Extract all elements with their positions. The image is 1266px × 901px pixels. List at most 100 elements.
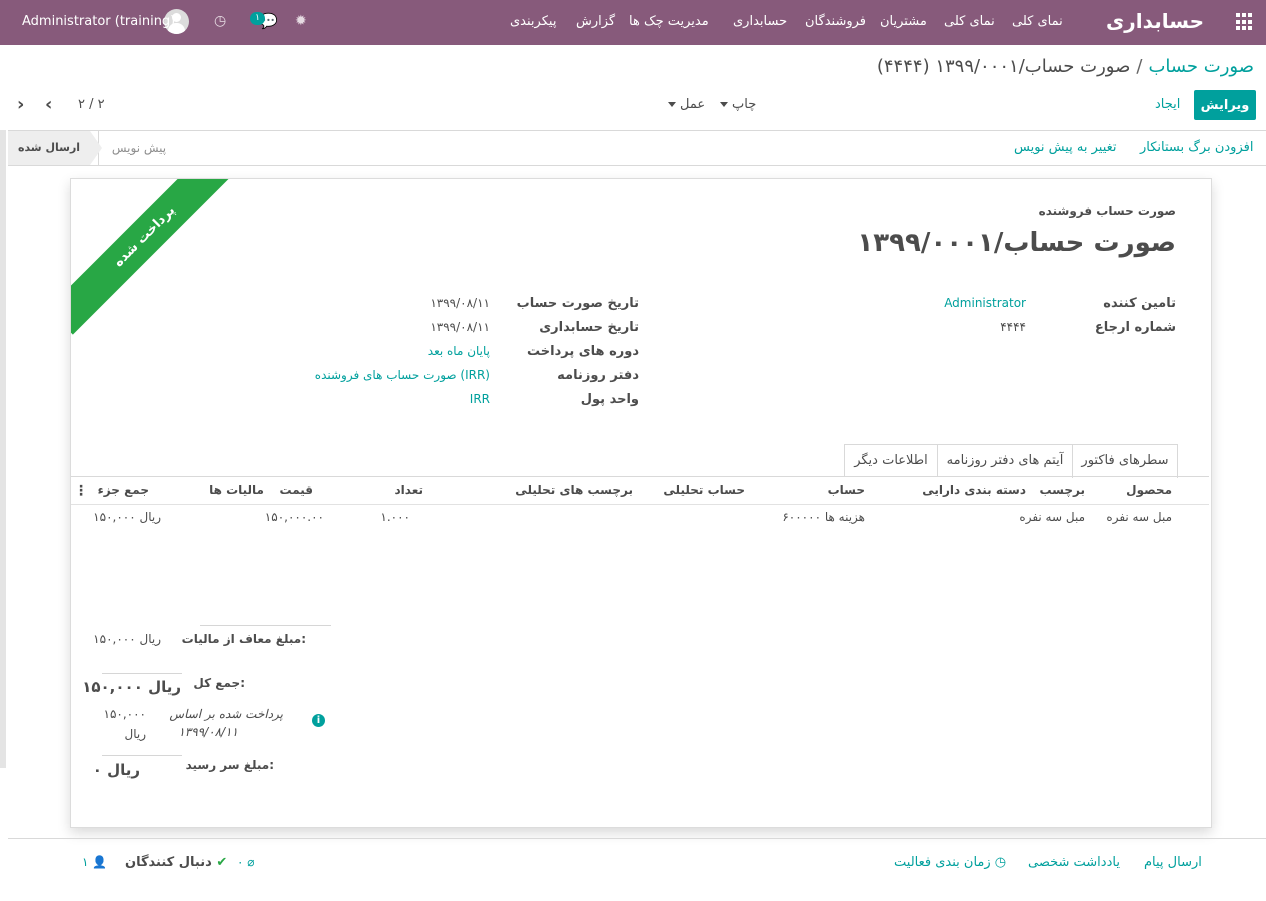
activity-clock-icon[interactable]: ◷ xyxy=(214,0,226,43)
status-bar: افزودن برگ بستانکار تغییر به پیش نویس پی… xyxy=(8,130,1266,166)
currency-value[interactable]: IRR xyxy=(470,392,490,406)
add-credit-note-button[interactable]: افزودن برگ بستانکار xyxy=(1140,131,1253,165)
journal-label: دفتر روزنامه xyxy=(557,368,639,383)
menu-check-management[interactable]: مدیریت چک ها xyxy=(629,0,709,45)
breadcrumb-current: صورت حساب/۱۳۹۹/۰۰۰۱ (۴۴۴۴) xyxy=(876,56,1131,77)
pager-next-icon[interactable]: › xyxy=(17,90,24,120)
pager-previous-icon[interactable]: ‹ xyxy=(45,90,52,120)
debug-bug-icon[interactable]: ✹ xyxy=(295,0,307,43)
currency-label: واحد پول xyxy=(580,392,639,407)
followers-button[interactable]: ۱ 👤 xyxy=(82,855,107,869)
invoice-date-value: ۱۳۹۹/۰۸/۱۱ xyxy=(430,296,490,310)
vendor-value[interactable]: Administrator xyxy=(944,296,1026,310)
menu-reporting[interactable]: گزارش xyxy=(576,0,615,45)
send-message-button[interactable]: ارسال پیام xyxy=(1144,855,1202,870)
cell-price: ۱۵۰,۰۰۰.۰۰ xyxy=(264,510,324,524)
message-count-badge: ۱ xyxy=(250,12,265,25)
attachments-button[interactable]: ۰ ⌀ xyxy=(237,855,255,869)
cell-subtotal: ۱۵۰,۰۰۰ ریال xyxy=(93,510,161,524)
schedule-activity-button[interactable]: زمان بندی فعالیت ◷ xyxy=(894,855,1006,870)
invoice-title: صورت حساب/۱۳۹۹/۰۰۰۱ xyxy=(857,228,1176,258)
reference-value: ۴۴۴۴ xyxy=(1000,320,1026,334)
reference-label: شماره ارجاع xyxy=(1094,320,1176,335)
vendor-label: تامین کننده xyxy=(1103,296,1176,311)
col-product[interactable]: محصول xyxy=(1126,483,1172,497)
col-quantity[interactable]: تعداد xyxy=(395,483,423,497)
untaxed-amount-value: ۱۵۰,۰۰۰ ریال xyxy=(93,632,161,646)
breadcrumb-invoices-link[interactable]: صورت حساب xyxy=(1148,56,1254,77)
attachments-count: ۰ xyxy=(237,855,244,869)
apps-grid-icon[interactable] xyxy=(1236,13,1254,31)
total-label: جمع کل: xyxy=(193,676,245,690)
action-dropdown[interactable]: عمل xyxy=(668,90,705,120)
tab-invoice-lines[interactable]: سطرهای فاکتور xyxy=(1072,444,1178,478)
create-button[interactable]: ایجاد xyxy=(1155,90,1180,120)
cell-quantity: ۱.۰۰۰ xyxy=(380,510,410,524)
col-analytic-tags[interactable]: برچسب های تحلیلی xyxy=(515,483,633,497)
optional-columns-icon[interactable]: ⋮ xyxy=(74,483,88,499)
followers-label: دنبال کنندگان xyxy=(125,855,212,870)
totals-divider xyxy=(200,625,331,626)
accounting-date-value: ۱۳۹۹/۰۸/۱۱ xyxy=(430,320,490,334)
schedule-activity-label: زمان بندی فعالیت xyxy=(894,855,991,870)
invoice-date-label: تاریخ صورت حساب xyxy=(516,296,639,311)
col-subtotal[interactable]: جمع جزء xyxy=(98,483,149,497)
print-dropdown[interactable]: چاپ xyxy=(720,90,756,120)
payment-terms-label: دوره های پرداخت xyxy=(527,344,639,359)
col-label[interactable]: برچسب xyxy=(1039,483,1085,497)
breadcrumb-separator: / xyxy=(1136,56,1143,77)
edit-button[interactable]: ویرایش xyxy=(1194,90,1256,120)
payment-info-icon[interactable]: i xyxy=(312,714,325,727)
caret-down-icon xyxy=(720,102,728,107)
paid-on-date: ۱۳۹۹/۰۸/۱۱ xyxy=(178,725,238,739)
reset-to-draft-button[interactable]: تغییر به پیش نویس xyxy=(1014,131,1117,165)
due-divider xyxy=(102,755,182,756)
amount-due-value: ۰ ریال xyxy=(92,761,140,779)
app-title[interactable]: حسابداری xyxy=(1106,0,1204,45)
action-label: عمل xyxy=(680,97,706,112)
menu-overview-2[interactable]: نمای کلی xyxy=(944,0,995,45)
col-price[interactable]: قیمت xyxy=(279,483,313,497)
tab-journal-items[interactable]: آیتم های دفتر روزنامه xyxy=(937,444,1073,477)
pager-value[interactable]: ۲ / ۲ xyxy=(78,90,105,120)
menu-configuration[interactable]: پیکربندی xyxy=(510,0,556,45)
menu-overview[interactable]: نمای کلی xyxy=(1012,0,1063,45)
cell-account: ۶۰۰۰۰۰ هزینه ها xyxy=(782,510,865,524)
journal-value[interactable]: صورت حساب های فروشنده (IRR) xyxy=(315,368,490,382)
table-header-divider xyxy=(71,504,1209,505)
check-icon: ✔ xyxy=(216,855,228,870)
payment-terms-value[interactable]: پایان ماه بعد xyxy=(428,344,490,358)
breadcrumb: صورت حساب/صورت حساب/۱۳۹۹/۰۰۰۱ (۴۴۴۴) xyxy=(877,56,1254,77)
untaxed-amount-label: مبلغ معاف از مالیات: xyxy=(181,632,306,646)
col-analytic-account[interactable]: حساب تحلیلی xyxy=(663,483,745,497)
col-taxes[interactable]: مالیات ها xyxy=(209,483,264,497)
total-divider xyxy=(102,673,182,674)
top-navbar: حسابداری نمای کلی نمای کلی مشتریان فروشن… xyxy=(0,0,1266,45)
log-note-button[interactable]: یادداشت شخصی xyxy=(1028,855,1120,870)
followers-count: ۱ xyxy=(82,855,89,869)
user-icon: 👤 xyxy=(92,855,108,869)
caret-down-icon xyxy=(668,102,676,107)
total-value: ۱۵۰,۰۰۰ ریال xyxy=(82,678,181,696)
follow-button[interactable]: دنبال کنندگان ✔ xyxy=(125,855,227,870)
paperclip-icon: ⌀ xyxy=(247,855,255,869)
move-type-label: صورت حساب فروشنده xyxy=(1038,204,1176,218)
stage-draft[interactable]: پیش نویس xyxy=(98,131,179,165)
paid-amount: ۱۵۰,۰۰۰ xyxy=(103,707,147,721)
tab-divider xyxy=(71,476,1209,477)
cell-label: مبل سه نفره xyxy=(1019,510,1085,524)
menu-accounting[interactable]: حسابداری xyxy=(733,0,787,45)
stage-posted[interactable]: ارسال شده xyxy=(8,131,102,165)
amount-due-label: مبلغ سر رسید: xyxy=(185,758,274,772)
user-menu[interactable]: Administrator (training) xyxy=(22,0,175,43)
form-sheet: پرداخت شده xyxy=(70,178,1212,828)
tab-other-info[interactable]: اطلاعات دیگر xyxy=(844,444,938,477)
chatter-divider xyxy=(8,838,1266,839)
accounting-date-label: تاریخ حسابداری xyxy=(539,320,639,335)
print-label: چاپ xyxy=(732,97,757,112)
menu-customers[interactable]: مشتریان xyxy=(880,0,927,45)
paid-ribbon: پرداخت شده xyxy=(71,179,243,335)
col-asset-category[interactable]: دسته بندی دارایی xyxy=(922,483,1026,497)
col-account[interactable]: حساب xyxy=(828,483,865,497)
menu-vendors[interactable]: فروشندگان xyxy=(805,0,866,45)
